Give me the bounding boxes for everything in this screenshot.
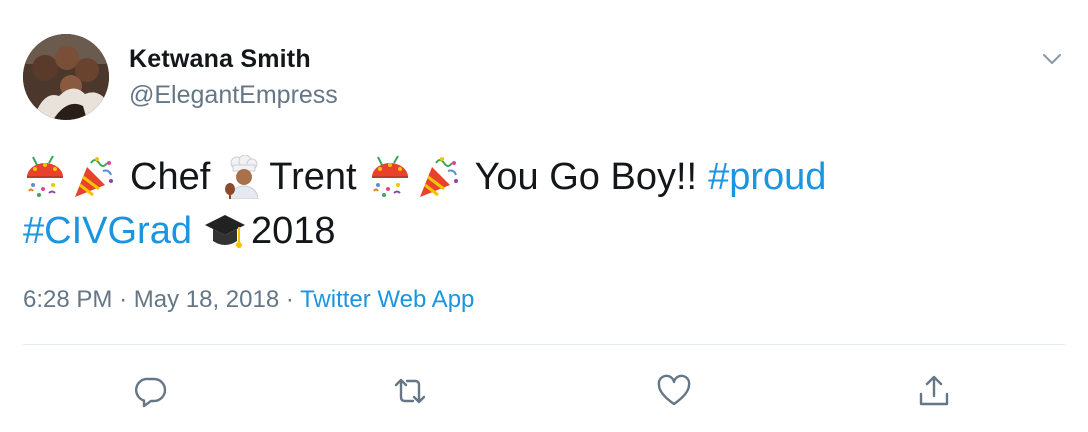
tweet-time[interactable]: 6:28 PM [23,286,112,313]
like-icon [657,374,691,406]
user-name[interactable]: Ketwana Smith [129,45,311,74]
avatar-photo [23,34,109,120]
tweet-text: Chef Trent You Go Boy!! #proud #CIVGrad … [23,150,1063,258]
tweet-date[interactable]: May 18, 2018 [134,286,279,313]
divider [23,344,1065,345]
chevron-down-icon[interactable] [1039,46,1065,72]
tweet-word-chef: Chef [130,156,211,198]
tweet-line-2: #CIVGrad 2018 [23,204,1063,258]
meta-separator: · [285,286,294,313]
hashtag-proud-link[interactable]: #proud [708,150,826,204]
tweet-metadata: 6:28 PM · May 18, 2018 · Twitter Web App [23,286,474,314]
retweet-button[interactable] [391,372,429,410]
share-button[interactable] [915,372,953,410]
retweet-icon [394,378,426,404]
confetti-ball-icon [23,155,67,199]
tweet-line-1: Chef Trent You Go Boy!! #proud [23,150,1063,204]
like-button[interactable] [655,372,693,410]
tweet-phrase: You Go Boy!! [474,156,698,198]
graduation-cap-icon [203,209,247,253]
party-popper-icon [416,155,460,199]
hashtag-civgrad-link[interactable]: #CIVGrad [23,204,192,258]
tweet-source-link[interactable]: Twitter Web App [300,286,474,313]
tweet-year: 2018 [250,210,336,252]
reply-icon [135,377,167,408]
party-popper-icon [71,155,115,199]
share-icon [919,375,949,406]
reply-button[interactable] [132,372,170,410]
confetti-ball-icon [368,155,412,199]
avatar[interactable] [23,34,109,120]
chef-icon [221,154,265,200]
user-handle[interactable]: @ElegantEmpress [129,81,338,110]
tweet-word-trent: Trent [269,156,357,198]
meta-separator: · [119,286,128,313]
tweet-card: Ketwana Smith @ElegantEmpress Chef Trent… [0,0,1088,432]
